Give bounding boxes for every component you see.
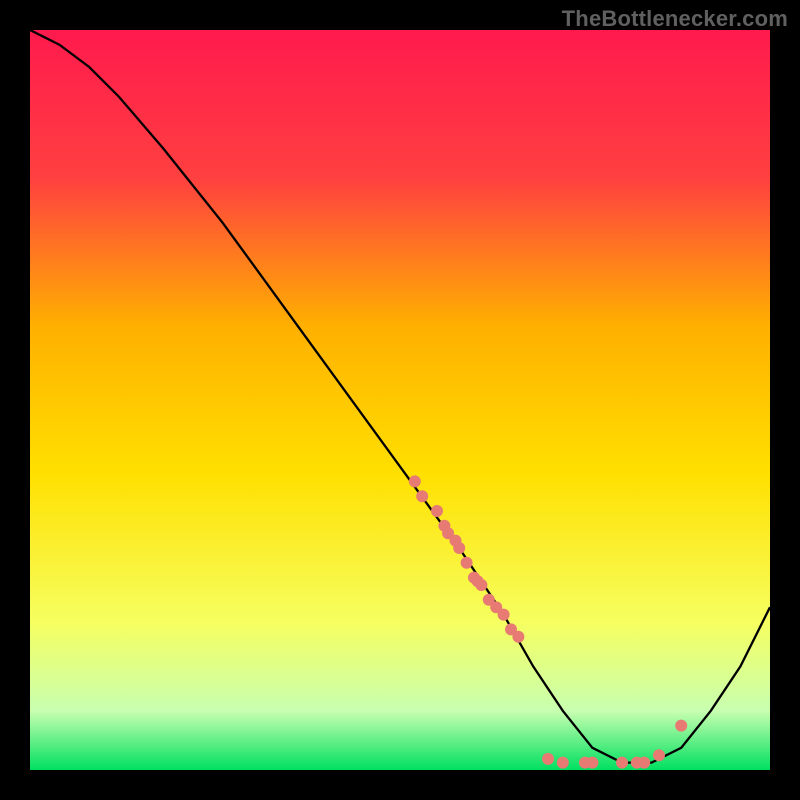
attribution-label: TheBottlenecker.com [562, 6, 788, 32]
sample-dot [675, 720, 687, 732]
sample-dot [453, 542, 465, 554]
sample-dot [461, 557, 473, 569]
sample-dot [498, 609, 510, 621]
sample-dot [431, 505, 443, 517]
sample-dot [542, 753, 554, 765]
sample-dot [557, 757, 569, 769]
chart-stage: TheBottlenecker.com [0, 0, 800, 800]
plot-background [30, 30, 770, 770]
sample-dot [653, 749, 665, 761]
sample-dot [416, 490, 428, 502]
sample-dot [409, 475, 421, 487]
sample-dot [638, 757, 650, 769]
sample-dot [616, 757, 628, 769]
sample-dot [512, 631, 524, 643]
bottleneck-chart [30, 30, 770, 770]
sample-dot [475, 579, 487, 591]
sample-dot [586, 757, 598, 769]
